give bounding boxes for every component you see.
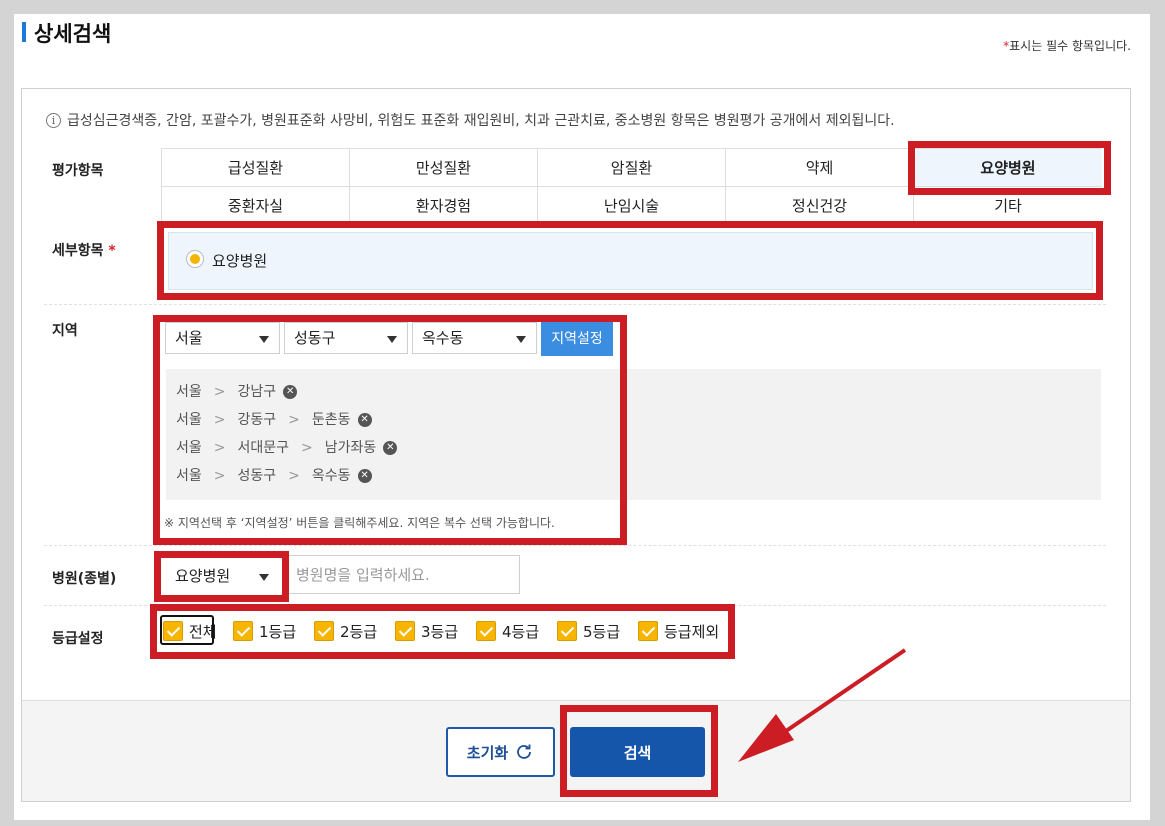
hospital-type-select[interactable]: 요양병원 bbox=[165, 560, 280, 592]
chevron-down-icon bbox=[259, 574, 269, 581]
region-part: 서울 bbox=[176, 468, 202, 484]
selected-region-item: 서울 > 성동구 > 옥수동 ✕ bbox=[176, 467, 372, 485]
reset-button-label: 초기화 bbox=[466, 743, 509, 762]
page-title: 상세검색 bbox=[34, 22, 112, 46]
detail-label-text: 세부항목 bbox=[52, 243, 104, 259]
chevron-right-icon: > bbox=[301, 440, 313, 456]
detail-radio-label[interactable]: 요양병원 bbox=[212, 250, 267, 271]
sigungu-value: 성동구 bbox=[294, 329, 336, 347]
hospital-type-label: 병원(종별) bbox=[52, 571, 117, 587]
grade-option-label: 등급제외 bbox=[664, 622, 720, 641]
hospital-name-input[interactable] bbox=[285, 555, 520, 594]
region-part: 남가좌동 bbox=[324, 440, 377, 456]
region-part: 둔촌동 bbox=[311, 412, 351, 428]
title-accent-bar bbox=[22, 22, 26, 42]
detail-radio[interactable] bbox=[186, 250, 204, 268]
dong-select[interactable]: 옥수동 bbox=[412, 322, 537, 354]
chevron-right-icon: > bbox=[213, 384, 226, 400]
grade-checkbox[interactable]: 1등급 bbox=[233, 620, 296, 642]
annotation-arrow-icon bbox=[738, 648, 907, 762]
grade-option-label: 1등급 bbox=[259, 622, 297, 641]
reset-button[interactable]: 초기화 bbox=[446, 727, 555, 777]
chevron-right-icon: > bbox=[213, 412, 226, 428]
region-note: ※ 지역선택 후 ‘지역설정’ 버튼을 클릭해주세요. 지역은 복수 선택 가능… bbox=[164, 516, 555, 530]
required-note: *표시는 필수 항목입니다. bbox=[1003, 37, 1131, 54]
checkbox-checked-icon bbox=[314, 621, 334, 641]
region-part: 성동구 bbox=[237, 468, 277, 484]
grade-option-label: 전체 bbox=[189, 622, 217, 641]
checkbox-checked-icon bbox=[557, 621, 577, 641]
grade-checkbox[interactable]: 3등급 bbox=[395, 620, 458, 642]
detail-label: 세부항목 * bbox=[52, 240, 116, 260]
remove-icon[interactable]: ✕ bbox=[357, 469, 372, 483]
sido-value: 서울 bbox=[175, 329, 203, 347]
selected-region-item: 서울 > 강남구 ✕ bbox=[176, 383, 298, 401]
region-part: 강동구 bbox=[237, 412, 277, 428]
grade-label: 등급설정 bbox=[52, 631, 104, 647]
checkbox-checked-icon bbox=[163, 621, 183, 641]
info-icon: i bbox=[46, 113, 61, 128]
chevron-down-icon bbox=[259, 336, 269, 343]
region-part: 서울 bbox=[176, 412, 202, 428]
chevron-down-icon bbox=[387, 336, 397, 343]
category-grid: 급성질환 만성질환 암질환 약제 요양병원 중환자실 환자경험 난임시술 정신건… bbox=[161, 148, 1102, 225]
grade-option-label: 4등급 bbox=[502, 622, 540, 641]
checkbox-checked-icon bbox=[233, 621, 253, 641]
category-item[interactable]: 환자경험 bbox=[350, 187, 538, 225]
chevron-down-icon bbox=[516, 336, 526, 343]
checkbox-checked-icon bbox=[638, 621, 658, 641]
category-item-active[interactable]: 요양병원 bbox=[914, 149, 1102, 187]
remove-icon[interactable]: ✕ bbox=[357, 413, 372, 427]
region-part: 서울 bbox=[176, 440, 202, 456]
grade-option-label: 3등급 bbox=[421, 622, 459, 641]
region-part: 서울 bbox=[176, 384, 202, 400]
search-button[interactable]: 검색 bbox=[570, 727, 705, 777]
region-part: 옥수동 bbox=[311, 468, 351, 484]
chevron-right-icon: > bbox=[288, 468, 300, 484]
sigungu-select[interactable]: 성동구 bbox=[284, 322, 408, 354]
checkbox-checked-icon bbox=[395, 621, 415, 641]
chevron-right-icon: > bbox=[213, 468, 226, 484]
grade-checkbox-all[interactable]: 전체 bbox=[163, 620, 217, 642]
region-part: 서대문구 bbox=[237, 440, 290, 456]
checkbox-checked-icon bbox=[476, 621, 496, 641]
category-item[interactable]: 암질환 bbox=[538, 149, 726, 187]
hospital-type-value: 요양병원 bbox=[175, 567, 231, 585]
divider bbox=[44, 545, 1106, 546]
remove-icon[interactable]: ✕ bbox=[383, 441, 398, 455]
category-item[interactable]: 급성질환 bbox=[162, 149, 350, 187]
info-text: 급성심근경색증, 간암, 포괄수가, 병원표준화 사망비, 위험도 표준화 재입… bbox=[67, 113, 895, 129]
dong-value: 옥수동 bbox=[422, 329, 464, 347]
grade-checkbox[interactable]: 2등급 bbox=[314, 620, 377, 642]
chevron-right-icon: > bbox=[213, 440, 226, 456]
detail-option-box bbox=[168, 232, 1093, 290]
category-item[interactable]: 정신건강 bbox=[726, 187, 914, 225]
grade-option-label: 2등급 bbox=[340, 622, 378, 641]
grade-checkbox[interactable]: 4등급 bbox=[476, 620, 539, 642]
grade-checkbox[interactable]: 5등급 bbox=[557, 620, 620, 642]
detail-required-star: * bbox=[108, 243, 116, 259]
evaluation-label: 평가항목 bbox=[52, 163, 104, 179]
sido-select[interactable]: 서울 bbox=[165, 322, 280, 354]
category-item[interactable]: 만성질환 bbox=[350, 149, 538, 187]
category-item[interactable]: 중환자실 bbox=[162, 187, 350, 225]
required-note-text: 표시는 필수 항목입니다. bbox=[1009, 39, 1131, 53]
category-item[interactable]: 기타 bbox=[914, 187, 1102, 225]
divider bbox=[44, 605, 1106, 606]
divider bbox=[44, 304, 1106, 305]
grade-checkbox[interactable]: 등급제외 bbox=[638, 620, 719, 642]
region-set-button[interactable]: 지역설정 bbox=[541, 322, 613, 356]
grade-option-label: 5등급 bbox=[583, 622, 621, 641]
remove-icon[interactable]: ✕ bbox=[283, 385, 298, 399]
region-part: 강남구 bbox=[237, 384, 277, 400]
category-item[interactable]: 난임시술 bbox=[538, 187, 726, 225]
refresh-icon bbox=[514, 742, 534, 762]
selected-region-item: 서울 > 서대문구 > 남가좌동 ✕ bbox=[176, 439, 398, 457]
chevron-right-icon: > bbox=[288, 412, 300, 428]
selected-region-item: 서울 > 강동구 > 둔촌동 ✕ bbox=[176, 411, 372, 429]
info-notice: i 급성심근경색증, 간암, 포괄수가, 병원표준화 사망비, 위험도 표준화 재… bbox=[46, 110, 895, 130]
category-item[interactable]: 약제 bbox=[726, 149, 914, 187]
region-label: 지역 bbox=[52, 323, 78, 339]
